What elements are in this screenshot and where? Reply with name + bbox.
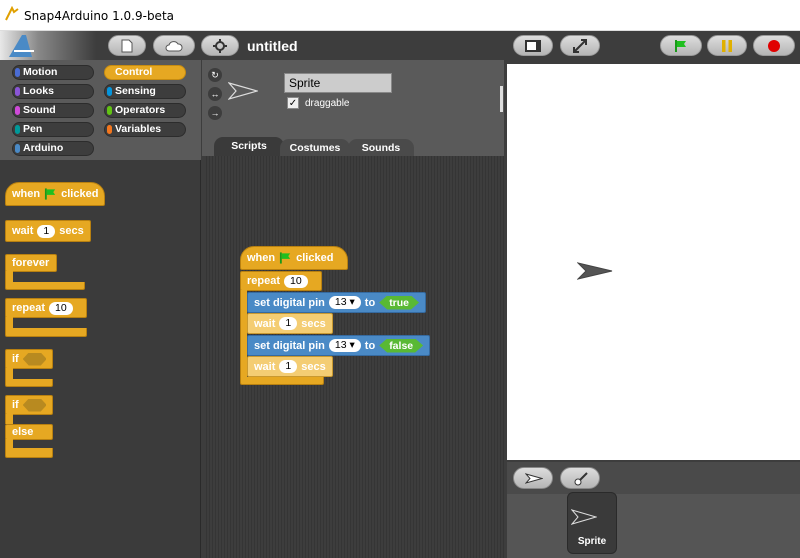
green-flag-icon [45,188,56,200]
no-rotate-icon[interactable]: → [208,106,222,120]
file-icon [121,39,133,52]
category-sensing[interactable]: Sensing [104,84,186,99]
cloud-button[interactable] [153,35,195,56]
script-repeat[interactable]: repeat 10 [240,271,322,291]
palette-else-label: else [5,424,53,440]
category-sound[interactable]: Sound [12,103,94,118]
if-condition-slot[interactable] [22,352,46,366]
app-icon [5,6,19,21]
add-turtle-button[interactable] [513,467,553,489]
paintbrush-icon [574,472,588,486]
category-arduino[interactable]: Arduino [12,141,94,156]
sprite-thumb-arrow-icon [571,509,597,525]
sprite-thumbnail-label: Sprite [577,536,607,547]
window-titlebar: Snap4Arduino 1.0.9-beta [0,0,800,31]
wait-slot-1[interactable]: 1 [279,317,298,330]
stage-sprite-arrow[interactable] [577,262,613,280]
palette-if[interactable]: if [5,349,53,369]
window-title: Snap4Arduino 1.0.9-beta [24,9,174,23]
turtle-arrow-icon [525,473,543,484]
file-menu-button[interactable] [108,35,146,56]
project-title: untitled [247,38,298,54]
if-else-bottom [5,448,53,458]
script-wait-2[interactable]: wait 1 secs [247,356,333,377]
category-looks[interactable]: Looks [12,84,94,99]
tab-sounds[interactable]: Sounds [348,139,414,157]
wait-value-slot[interactable]: 1 [37,224,56,238]
forever-bottom [5,282,85,290]
script-repeat-bottom [240,377,324,385]
script-repeat-arm [240,290,247,378]
stop-button[interactable] [753,35,795,56]
script-repeat-slot[interactable]: 10 [284,274,308,288]
green-flag-button[interactable] [660,35,702,56]
normal-stage-icon [525,39,541,52]
category-operators[interactable]: Operators [104,103,186,118]
palette-when-flag-clicked[interactable]: when clicked [5,182,106,206]
tab-scripts[interactable]: Scripts [214,137,284,157]
script-set-digital-pin-false[interactable]: set digital pin 13 ▾ to false [247,335,431,356]
sprite-thumbnail[interactable]: Sprite [567,492,617,554]
pin-dropdown-1[interactable]: 13 ▾ [328,296,361,309]
rotate-flip-icon[interactable]: ↔ [208,87,222,101]
if-else-condition-slot[interactable] [22,398,46,412]
rotate-any-icon[interactable]: ↻ [208,68,222,82]
cloud-icon [165,40,183,51]
script-wait-1[interactable]: wait 1 secs [247,313,333,334]
draggable-checkbox[interactable]: ✓ [287,97,299,109]
expand-icon [573,38,587,53]
draggable-label: draggable [305,98,350,109]
pin-dropdown-2[interactable]: 13 ▾ [328,339,361,352]
repeat-bottom [5,328,87,337]
repeat-value-slot[interactable]: 10 [49,301,73,315]
bool-false[interactable]: false [379,339,423,353]
category-pen[interactable]: Pen [12,122,94,137]
script-set-digital-pin-true[interactable]: set digital pin 13 ▾ to true [247,292,427,313]
if-bottom [5,379,53,387]
gear-icon [213,38,227,53]
pause-icon [722,39,732,52]
category-motion[interactable]: Motion [12,65,94,80]
stop-icon [768,39,780,52]
stage-size-button[interactable] [513,35,553,56]
script-when-flag-clicked[interactable]: when clicked [240,246,348,270]
palette-repeat[interactable]: repeat 10 [5,298,87,318]
logo-icon [9,35,34,57]
green-flag-icon [280,252,291,264]
presentation-mode-button[interactable] [560,35,600,56]
pause-button[interactable] [707,35,747,56]
paint-new-sprite-button[interactable] [560,467,600,489]
sprite-arrow-icon [228,82,258,100]
category-control[interactable]: Control [104,65,186,80]
wait-slot-2[interactable]: 1 [279,360,298,373]
stage[interactable] [507,64,800,460]
sprite-name-field[interactable] [284,73,392,93]
settings-button[interactable] [201,35,239,56]
if-else-arm-1 [5,414,13,424]
palette-if-else[interactable]: if [5,395,53,415]
sprite-pane-scrollbar[interactable] [500,86,503,112]
snap-logo[interactable] [0,31,96,60]
green-flag-icon [675,39,686,52]
palette-forever[interactable]: forever [5,254,57,272]
tab-costumes[interactable]: Costumes [280,139,350,157]
category-variables[interactable]: Variables [104,122,186,137]
bool-true[interactable]: true [379,296,419,310]
palette-wait-secs[interactable]: wait 1 secs [5,220,91,242]
